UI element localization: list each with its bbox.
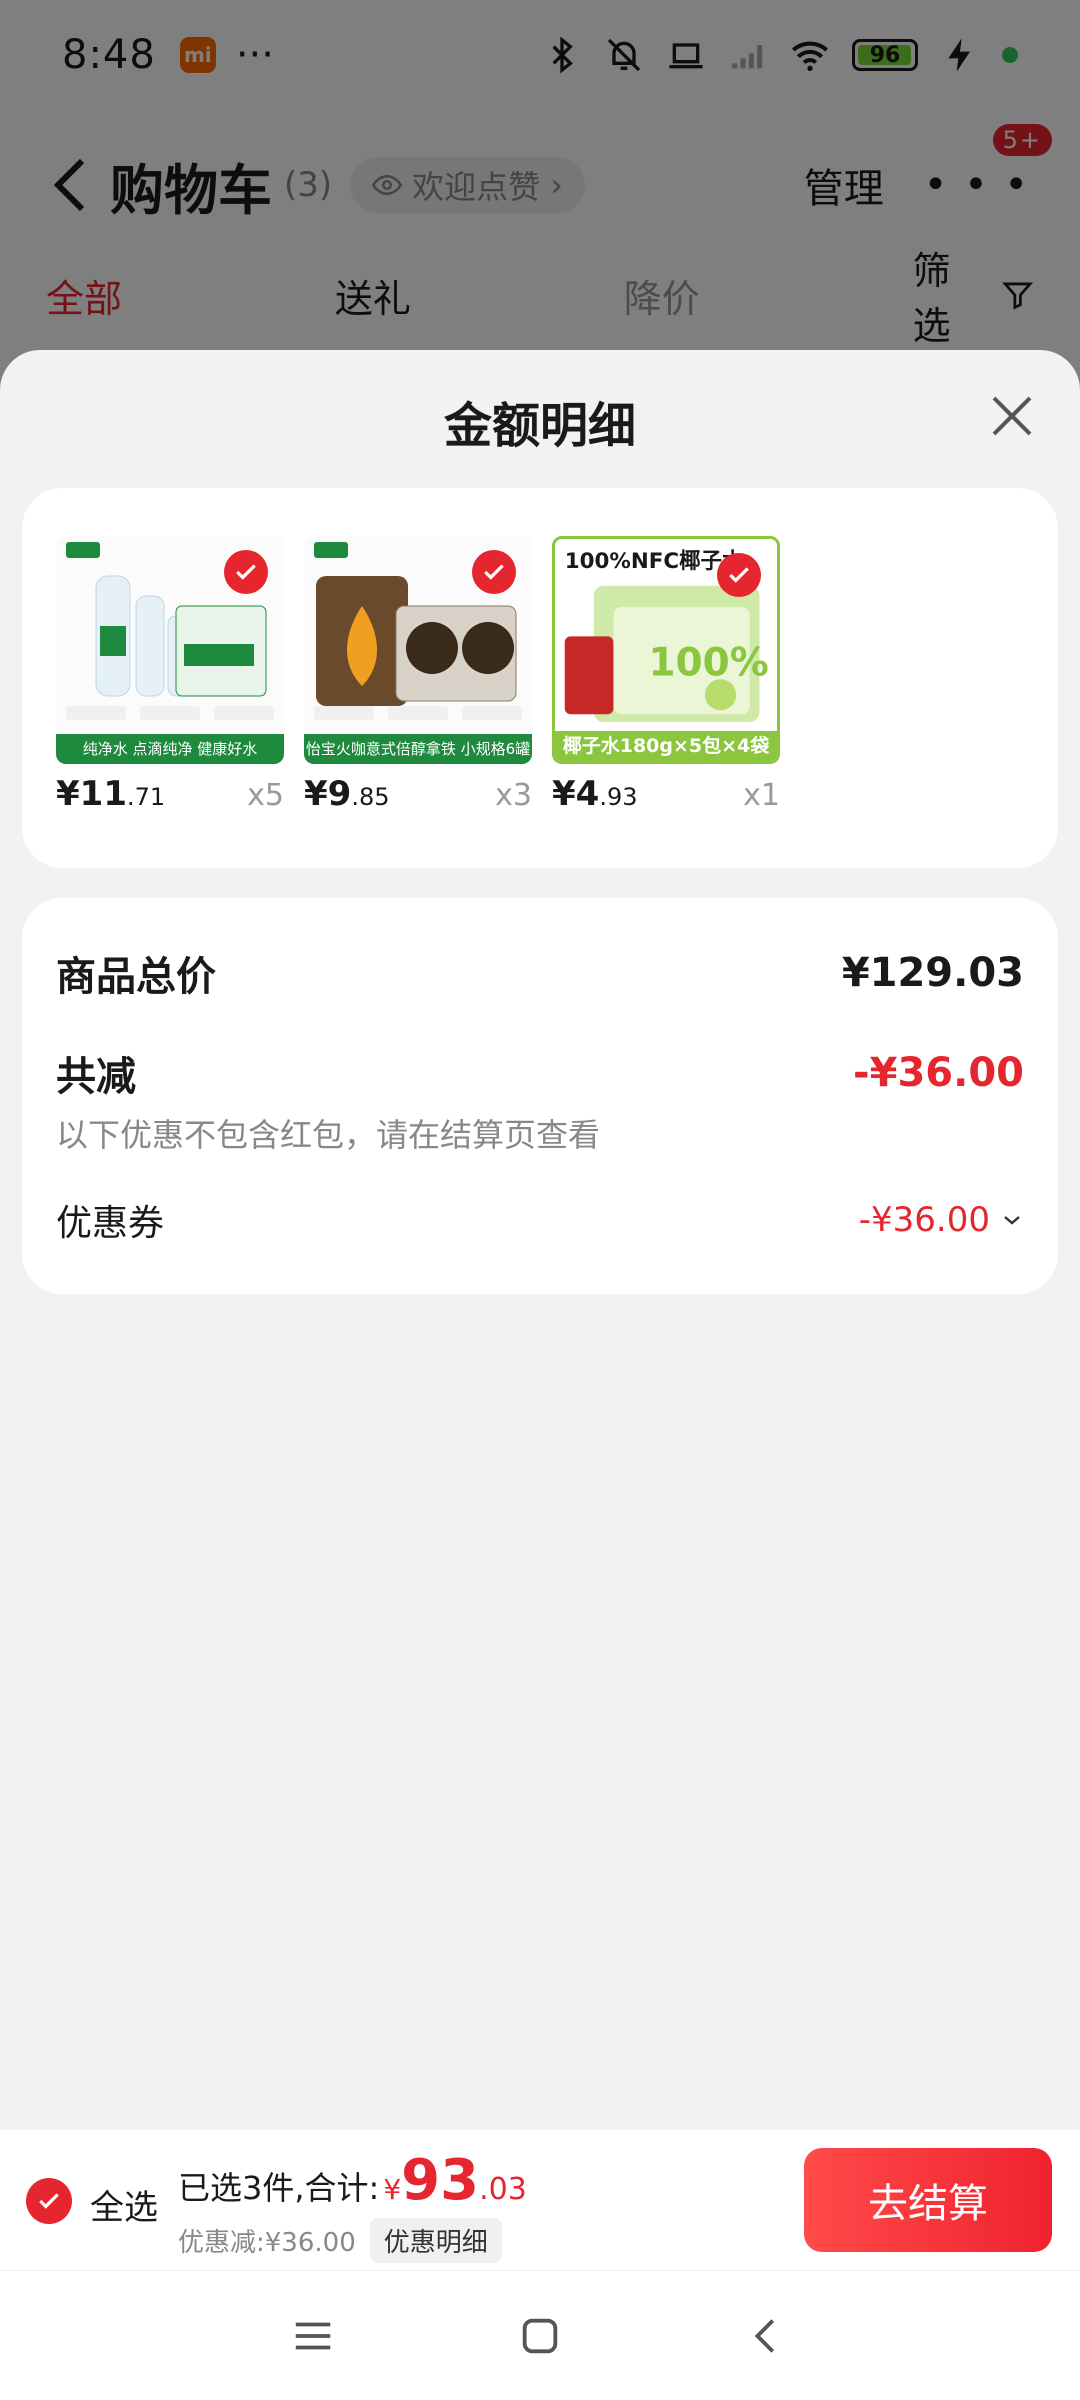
product-quantity: x5 <box>247 778 284 813</box>
product-item[interactable]: 怡宝火咖意式倍醇拿铁 小规格6罐 ¥9.85 x3 <box>304 536 532 814</box>
product-image: 怡宝火咖意式倍醇拿铁 小规格6罐 <box>304 536 532 764</box>
back-icon[interactable] <box>744 2313 790 2359</box>
discount-amount-text: 优惠减:¥36.00 <box>178 2228 356 2258</box>
product-caption: 怡宝火咖意式倍醇拿铁 小规格6罐 <box>304 734 532 764</box>
sheet-title: 金额明细 <box>443 398 636 454</box>
total-reduction-value: -¥36.00 <box>853 1050 1024 1096</box>
product-item[interactable]: 100%NFC椰子水 100% 椰子水180g×5包×4袋 ¥4.93 x1 <box>552 536 780 814</box>
checkmark-icon <box>39 2193 59 2209</box>
total-currency: ¥ <box>383 2173 402 2206</box>
coupon-label: 优惠券 <box>56 1203 165 1244</box>
product-selected-check-icon <box>472 550 516 594</box>
chevron-down-icon <box>1004 1216 1020 1225</box>
select-all-checkbox[interactable] <box>26 2178 72 2224</box>
coupon-row[interactable]: 优惠券 -¥36.00 <box>56 1194 1024 1246</box>
total-reduction-label: 共减 <box>56 1054 136 1100</box>
total-price-row: 商品总价 ¥129.03 <box>56 944 1024 1002</box>
select-all-label[interactable]: 全选 <box>90 2180 158 2229</box>
discount-detail-button[interactable]: 优惠明细 <box>369 2218 502 2263</box>
product-selected-check-icon <box>717 553 761 597</box>
products-card: 纯净水 点滴纯净 健康好水 ¥11.71 x5 怡宝火咖意式倍醇拿铁 小规格6罐… <box>22 488 1058 868</box>
product-price: ¥9.85 <box>304 774 390 814</box>
product-caption: 纯净水 点滴纯净 健康好水 <box>56 734 284 764</box>
home-icon[interactable] <box>517 2313 563 2359</box>
discount-line: 优惠减:¥36.00 优惠明细 <box>178 2218 502 2263</box>
total-reduction-row: 共减 -¥36.00 <box>56 1044 1024 1102</box>
checkout-button[interactable]: 去结算 <box>804 2148 1052 2252</box>
price-summary-card: 商品总价 ¥129.03 共减 -¥36.00 以下优惠不包含红包，请在结算页查… <box>22 898 1058 1294</box>
price-detail-sheet: 金额明细 纯净水 点滴纯净 健康好水 ¥11.71 x5 怡宝火咖意式倍醇拿铁 … <box>0 350 1080 2130</box>
total-price-label: 商品总价 <box>56 954 216 1000</box>
product-price: ¥4.93 <box>552 774 638 814</box>
product-image: 纯净水 点滴纯净 健康好水 <box>56 536 284 764</box>
total-price-value: ¥129.03 <box>841 950 1024 996</box>
svg-text:100%: 100% <box>648 640 768 685</box>
product-quantity: x3 <box>495 778 532 813</box>
discount-note: 以下优惠不包含红包，请在结算页查看 <box>56 1116 601 1154</box>
product-selected-check-icon <box>224 550 268 594</box>
product-price: ¥11.71 <box>56 774 166 814</box>
product-caption: 椰子水180g×5包×4袋 <box>555 731 777 761</box>
total-integer: 93 <box>401 2148 480 2213</box>
coupon-value: -¥36.00 <box>859 1200 1024 1240</box>
system-nav-bar <box>0 2270 1080 2400</box>
total-decimal: .03 <box>479 2172 527 2207</box>
selected-total: 已选3件,合计: ¥ 93 .03 <box>178 2148 527 2213</box>
product-item[interactable]: 纯净水 点滴纯净 健康好水 ¥11.71 x5 <box>56 536 284 814</box>
close-icon[interactable] <box>988 392 1036 440</box>
dim-overlay[interactable] <box>0 0 1080 400</box>
checkout-bar: 全选 已选3件,合计: ¥ 93 .03 优惠减:¥36.00 优惠明细 去结算 <box>0 2130 1080 2270</box>
product-quantity: x1 <box>743 778 780 813</box>
menu-icon[interactable] <box>290 2313 336 2359</box>
product-image: 100%NFC椰子水 100% 椰子水180g×5包×4袋 <box>552 536 780 764</box>
selected-count-text: 已选3件,合计: <box>178 2169 380 2207</box>
